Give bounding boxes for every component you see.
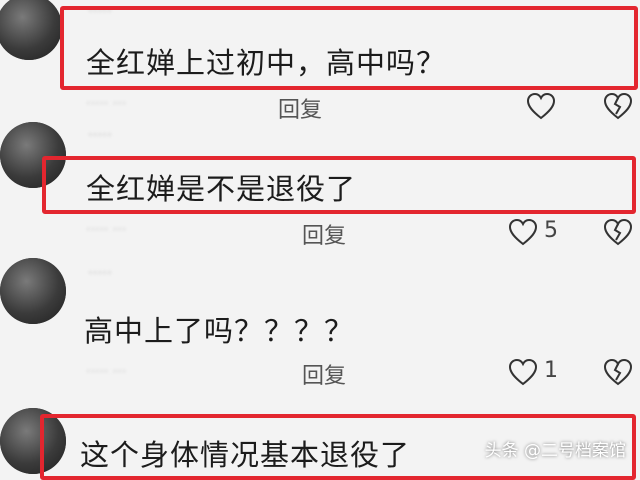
broken-heart-icon[interactable]	[603, 92, 633, 120]
username[interactable]: ·····	[88, 126, 112, 144]
broken-heart-icon[interactable]	[603, 218, 633, 246]
comment-text: 高中上了吗？？？？	[84, 314, 355, 348]
like-count: 5	[544, 218, 558, 243]
comment-item: ····· 高中上了吗？？？？ ····· ··· 回复 1	[0, 258, 640, 398]
heart-icon[interactable]	[508, 218, 538, 246]
highlight-box	[42, 156, 636, 214]
comment-item: ····· 全红婵上过初中，高中吗？ ····· ··· 回复	[0, 0, 640, 123]
avatar[interactable]	[0, 0, 62, 60]
like-count: 1	[544, 358, 558, 383]
comment-meta: ····· ···	[86, 222, 127, 238]
highlight-box	[60, 6, 638, 90]
reply-button[interactable]: 回复	[302, 358, 346, 390]
avatar[interactable]	[0, 258, 66, 324]
heart-icon[interactable]	[526, 92, 556, 120]
broken-heart-icon[interactable]	[603, 358, 633, 386]
comment-meta: ····· ···	[86, 364, 127, 380]
comment-item: ····· 全红婵是不是退役了 ····· ··· 回复 5	[0, 118, 640, 258]
heart-icon[interactable]	[508, 358, 538, 386]
username[interactable]: ·····	[88, 264, 112, 282]
watermark: 头条 @二号档案馆	[484, 441, 626, 461]
reply-button[interactable]: 回复	[302, 218, 346, 250]
comment-meta: ····· ···	[86, 96, 127, 112]
